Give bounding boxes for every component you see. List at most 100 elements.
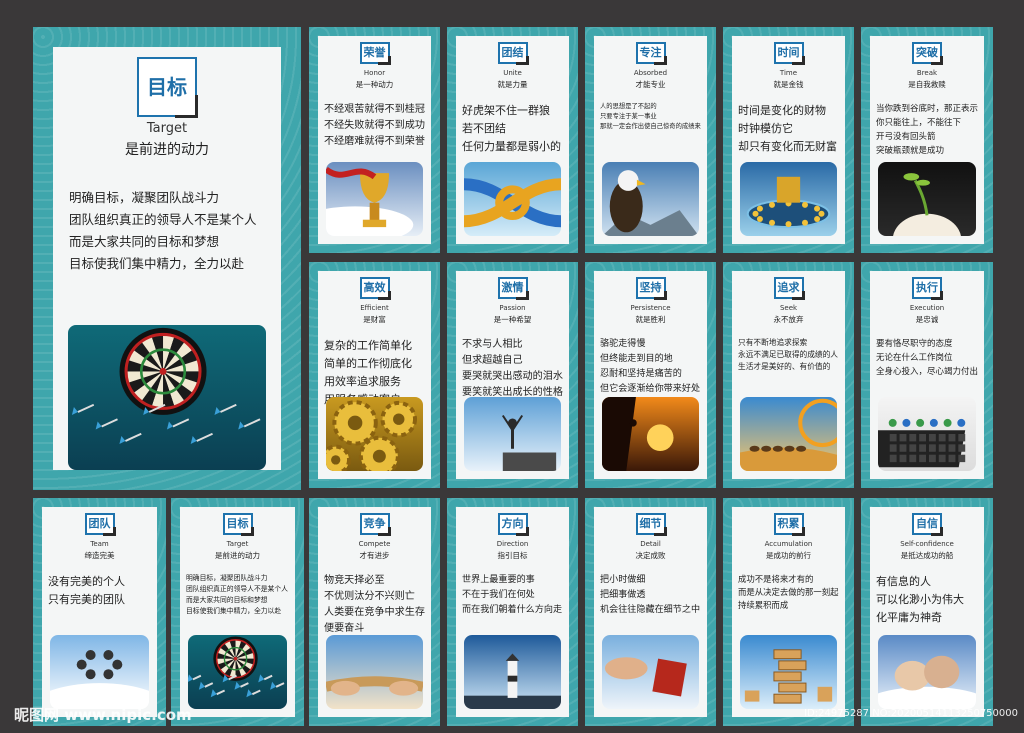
poster-body: 明确目标，凝聚团队战斗力 团队组织真正的领导人不是某个人 而是大家共同的目标和梦…	[186, 574, 288, 615]
lighthouse-image	[464, 635, 561, 709]
poster-body: 时间是变化的财物 时钟模仿它 却只有变化而无财富	[738, 104, 837, 153]
poster-unite: 团结 Unite 就是力量好虎架不住一群狼 若不团结 任何力量都是弱小的	[447, 27, 578, 253]
poster-title: 坚持	[635, 277, 667, 300]
poster-subtitle: 是前进的动力	[215, 551, 260, 560]
poster-title: 团队	[84, 513, 116, 536]
poster-title: 执行	[912, 277, 943, 300]
poster-title: 方向	[497, 513, 529, 536]
poster-card: 方向 Direction 指引目标世界上最重要的事 不在于我们在何处 而在我们朝着什…	[456, 507, 569, 717]
poster-body: 没有完美的个人 只有完美的团队	[48, 575, 125, 606]
poster-title: 时间	[773, 42, 805, 65]
poster-body: 不求与人相比 但求超越自己 要哭就哭出感动的泪水 要笑就笑出成长的性格	[462, 339, 563, 398]
rope-knot-image	[464, 162, 561, 236]
poster-direction: 方向 Direction 指引目标世界上最重要的事 不在于我们在何处 而在我们朝着什…	[447, 498, 578, 726]
poster-en: Execution	[909, 304, 945, 312]
poster-subtitle: 是一种动力	[355, 80, 394, 89]
poster-en: Team	[90, 540, 109, 548]
poster-target: 目标 Target 是前进的动力 明确目标，凝聚团队战斗力 团队组织真正的领导人不是某…	[171, 498, 304, 726]
fist-image	[878, 635, 976, 709]
poster-title: 目标	[137, 57, 198, 118]
poster-en: Efficient	[360, 304, 389, 312]
poster-title: 专注	[635, 42, 667, 65]
poster-en: Seek	[779, 304, 798, 312]
poster-body: 好虎架不住一群狼 若不团结 任何力量都是弱小的	[462, 104, 561, 153]
poster-seek: 追求 Seek 永不放弃 只有不断地追求探索 永远不满足已取得的成绩的人 生活才是美好…	[723, 262, 854, 488]
poster-body: 骆驼走得慢 但终能走到目的地 忍耐和坚持是痛苦的 但它会逐渐给你带来好处	[600, 339, 701, 394]
poster-efficient: 高效 Efficient 是财富 复杂的工作简单化 简单的工作彻底化 用效率追求服务 …	[309, 262, 440, 488]
cheering-man-image	[464, 397, 561, 471]
poster-card: 时间 Time 就是金钱时间是变化的财物 时钟模仿它 却只有变化而无财富	[732, 36, 845, 244]
poster-card: 团队 Team 缔造完美没有完美的个人 只有完美的团队	[42, 507, 157, 717]
poster-team: 团队 Team 缔造完美没有完美的个人 只有完美的团队	[33, 498, 166, 726]
poster-card: 坚持 Persistence 就是胜利骆驼走得慢 但终能走到目的地 忍耐和坚持是痛苦…	[594, 271, 707, 479]
poster-subtitle: 是忠诚	[915, 315, 939, 324]
poster-card: 团结 Unite 就是力量好虎架不住一群狼 若不团结 任何力量都是弱小的	[456, 36, 569, 244]
poster-body: 世界上最重要的事 不在于我们在何处 而在我们朝着什么方向走	[462, 575, 563, 615]
poster-big-target: 目标 Target 是前进的动力 明确目标，凝聚团队战斗力 团队组织真正的领导人不是某…	[33, 27, 301, 490]
eagle-image	[602, 162, 699, 236]
poster-subtitle: 指引目标	[497, 551, 528, 560]
poster-detail: 细节 Detail 决定成败 把小时做细 把细事做透 机会往往隐藏在细节之中	[585, 498, 716, 726]
poster-subtitle: 就是力量	[497, 80, 528, 89]
camels-desert-image	[740, 397, 837, 471]
poster-passion: 激情 Passion 是一种希望 不求与人相比 但求超越自己 要哭就哭出感动的泪水 要…	[447, 262, 578, 488]
gears-image	[326, 397, 423, 471]
tug-of-war-image	[326, 635, 423, 709]
poster-card: 高效 Efficient 是财富 复杂的工作简单化 简单的工作彻底化 用效率追求服务 …	[318, 271, 431, 479]
poster-title: 目标	[222, 513, 254, 536]
poster-en: Absorbed	[633, 69, 668, 77]
poster-body: 只有不断地追求探索 永远不满足已取得的成绩的人 生活才是美好的、有价值的	[738, 338, 838, 371]
poster-en: Honor	[363, 69, 386, 77]
poster-title: 细节	[635, 513, 667, 536]
poster-en: Unite	[503, 69, 522, 77]
trophy-image	[326, 162, 423, 236]
poster-title: 荣誉	[359, 42, 391, 65]
poster-compete: 竞争 Compete 才有进步 物竞天择必至 不优则汰分不兴则亡 人类要在竞争中求生存…	[309, 498, 440, 726]
poster-title: 团结	[497, 42, 529, 65]
poster-title: 激情	[497, 277, 529, 300]
poster-body: 物竞天择必至 不优则汰分不兴则亡 人类要在竞争中求生存 便要奋斗	[324, 575, 425, 634]
poster-card: 目标 Target 是前进的动力 明确目标，凝聚团队战斗力 团队组织真正的领导人不是某…	[53, 47, 281, 470]
poster-title: 自信	[912, 513, 943, 536]
watermark-ids: ID:24975287 NO:20200514113250750000	[804, 708, 1018, 719]
poster-subtitle: 缔造完美	[84, 551, 115, 560]
poster-title: 积累	[773, 513, 805, 536]
poster-card: 积累 Accumulation 是成功的前行 成功不是将来才有的 而是从决定去做的那一…	[732, 507, 845, 717]
poster-body: 成功不是将来才有的 而是从决定去做的那一刻起 持续累积而成	[738, 574, 839, 610]
keyboard-workers-image	[878, 397, 976, 471]
skydivers-image	[50, 635, 149, 709]
poster-body: 要有恪尽职守的态度 无论在什么工作岗位 全身心投入，尽心竭力付出	[876, 339, 979, 377]
dartboard-image	[188, 635, 287, 709]
poster-en: Self-confidence	[900, 540, 954, 548]
poster-subtitle: 是一种希望	[493, 315, 532, 324]
poster-subtitle: 是前进的动力	[125, 142, 209, 158]
poster-card: 竞争 Compete 才有进步 物竞天择必至 不优则汰分不兴则亡 人类要在竞争中求生存…	[318, 507, 431, 717]
poster-persistence: 坚持 Persistence 就是胜利骆驼走得慢 但终能走到目的地 忍耐和坚持是痛苦…	[585, 262, 716, 488]
poster-en: Accumulation	[764, 540, 813, 548]
poster-card: 自信 Self-confidence 是抵达成功的船有信息的人 可以化渺小为伟大 化…	[870, 507, 984, 717]
poster-body: 当你跌到谷底时，那正表示 你只能往上，不能往下 开弓没有回头箭 突破瓶颈就是成功	[876, 104, 979, 156]
poster-absorbed: 专注 Absorbed 才能专业 人的思想是了不起的 只要专注于某一事业 那就一定会作…	[585, 27, 716, 253]
poster-subtitle: 是财富	[363, 315, 386, 324]
climber-sunset-image	[602, 397, 699, 471]
sprout-egg-image	[878, 162, 976, 236]
poster-subtitle: 就是胜利	[635, 315, 666, 324]
poster-body: 有信息的人 可以化渺小为伟大 化平庸为神奇	[876, 575, 964, 624]
poster-en: Time	[779, 69, 798, 77]
poster-card: 追求 Seek 永不放弃 只有不断地追求探索 永远不满足已取得的成绩的人 生活才是美好…	[732, 271, 845, 479]
poster-execution: 执行 Execution 是忠诚要有恪尽职守的态度 无论在什么工作岗位 全身心投入，…	[861, 262, 993, 488]
poster-en: Target	[146, 121, 188, 136]
gold-clock-image	[740, 162, 837, 236]
poster-title: 突破	[912, 42, 943, 65]
poster-subtitle: 就是金钱	[773, 80, 804, 89]
poster-en: Break	[916, 69, 938, 77]
poster-en: Persistence	[630, 304, 671, 312]
watermark-site: 昵图网 www.nipic.com	[14, 706, 192, 724]
poster-en: Direction	[496, 540, 529, 548]
poster-body: 不经艰苦就得不到桂冠 不经失败就得不到成功 不经磨难就得不到荣誉	[324, 104, 425, 147]
poster-card: 细节 Detail 决定成败 把小时做细 把细事做透 机会往往隐藏在细节之中	[594, 507, 707, 717]
wood-blocks-image	[740, 635, 837, 709]
poster-title: 竞争	[359, 513, 391, 536]
poster-card: 专注 Absorbed 才能专业 人的思想是了不起的 只要专注于某一事业 那就一定会作…	[594, 36, 707, 244]
poster-subtitle: 是抵达成功的船	[900, 551, 954, 560]
